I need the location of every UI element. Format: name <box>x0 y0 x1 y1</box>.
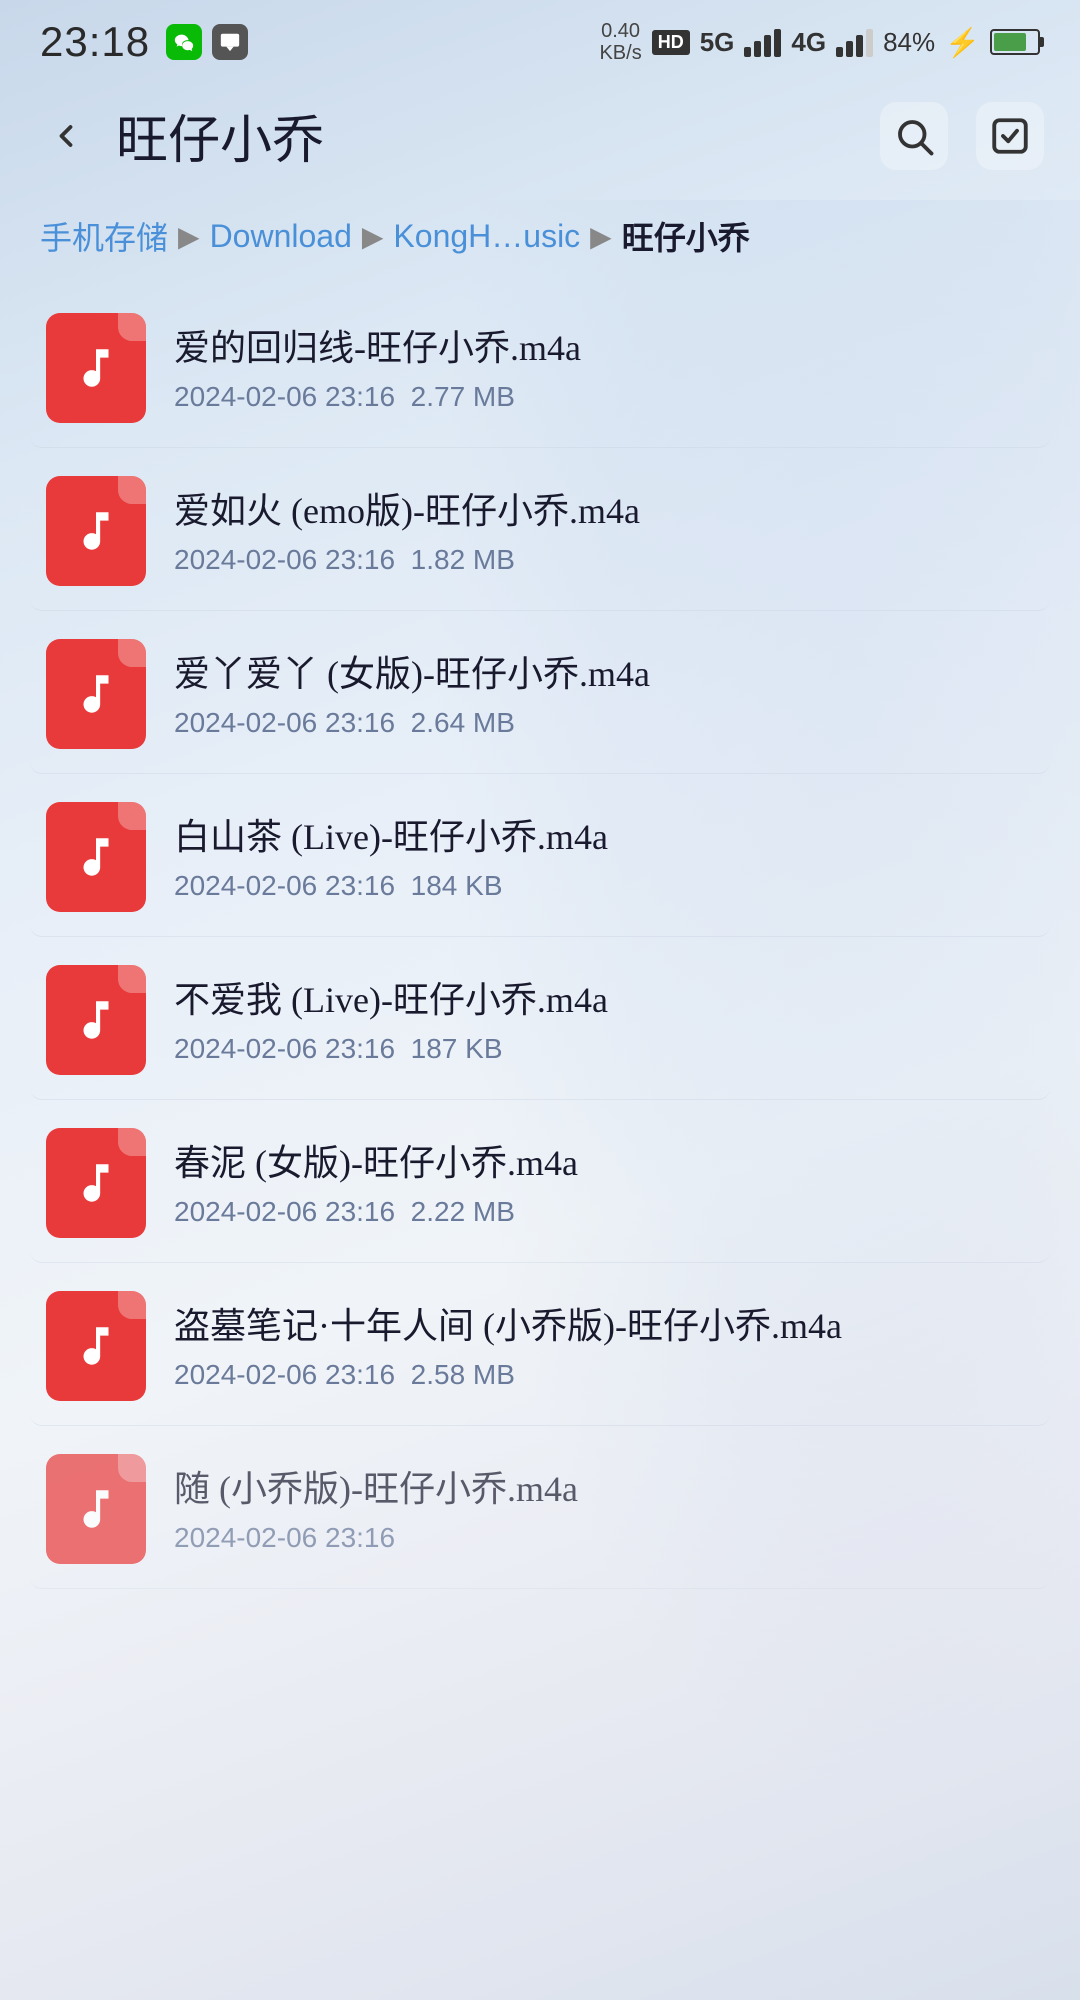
file-name: 爱的回归线-旺仔小乔.m4a <box>174 323 1034 373</box>
file-info: 不爱我 (Live)-旺仔小乔.m4a 2024-02-06 23:16 187… <box>174 975 1034 1065</box>
file-info: 盗墓笔记·十年人间 (小乔版)-旺仔小乔.m4a 2024-02-06 23:1… <box>174 1301 1034 1391</box>
file-info: 爱丫爱丫 (女版)-旺仔小乔.m4a 2024-02-06 23:16 2.64… <box>174 649 1034 739</box>
battery-percent: 84% <box>883 27 935 58</box>
file-list: 爱的回归线-旺仔小乔.m4a 2024-02-06 23:16 2.77 MB … <box>0 289 1080 1589</box>
breadcrumb-download[interactable]: Download <box>210 218 352 255</box>
file-item[interactable]: 爱如火 (emo版)-旺仔小乔.m4a 2024-02-06 23:16 1.8… <box>30 452 1050 611</box>
breadcrumb-kongh[interactable]: KongH…usic <box>393 218 580 255</box>
breadcrumb: 手机存储 ▶ Download ▶ KongH…usic ▶ 旺仔小乔 <box>0 193 1080 289</box>
file-item[interactable]: 白山茶 (Live)-旺仔小乔.m4a 2024-02-06 23:16 184… <box>30 778 1050 937</box>
file-icon <box>46 1454 146 1564</box>
hd-badge: HD <box>652 30 690 55</box>
status-time-section: 23:18 <box>40 18 248 66</box>
file-meta: 2024-02-06 23:16 184 KB <box>174 870 1034 902</box>
search-button[interactable] <box>880 102 948 170</box>
5g-indicator: 5G <box>700 27 735 58</box>
breadcrumb-arrow-1: ▶ <box>178 220 200 253</box>
file-icon <box>46 639 146 749</box>
file-meta: 2024-02-06 23:16 187 KB <box>174 1033 1034 1065</box>
breadcrumb-arrow-2: ▶ <box>362 220 384 253</box>
file-name: 随 (小乔版)-旺仔小乔.m4a <box>174 1464 1034 1514</box>
file-name: 白山茶 (Live)-旺仔小乔.m4a <box>174 812 1034 862</box>
charging-icon: ⚡ <box>945 26 980 59</box>
file-meta: 2024-02-06 23:16 1.82 MB <box>174 544 1034 576</box>
file-icon <box>46 802 146 912</box>
file-icon <box>46 476 146 586</box>
back-button[interactable] <box>36 106 96 166</box>
file-info: 爱如火 (emo版)-旺仔小乔.m4a 2024-02-06 23:16 1.8… <box>174 486 1034 576</box>
page-title: 旺仔小乔 <box>116 98 860 173</box>
file-item[interactable]: 春泥 (女版)-旺仔小乔.m4a 2024-02-06 23:16 2.22 M… <box>30 1104 1050 1263</box>
file-info: 春泥 (女版)-旺仔小乔.m4a 2024-02-06 23:16 2.22 M… <box>174 1138 1034 1228</box>
breadcrumb-home[interactable]: 手机存储 <box>40 213 168 259</box>
nav-actions <box>880 102 1044 170</box>
battery-icon <box>990 29 1040 55</box>
status-time: 23:18 <box>40 18 150 66</box>
file-meta: 2024-02-06 23:16 2.58 MB <box>174 1359 1034 1391</box>
file-meta: 2024-02-06 23:16 2.77 MB <box>174 381 1034 413</box>
file-item[interactable]: 爱的回归线-旺仔小乔.m4a 2024-02-06 23:16 2.77 MB <box>30 289 1050 448</box>
file-item[interactable]: 盗墓笔记·十年人间 (小乔版)-旺仔小乔.m4a 2024-02-06 23:1… <box>30 1267 1050 1426</box>
file-name: 爱丫爱丫 (女版)-旺仔小乔.m4a <box>174 649 1034 699</box>
file-item[interactable]: 爱丫爱丫 (女版)-旺仔小乔.m4a 2024-02-06 23:16 2.64… <box>30 615 1050 774</box>
select-button[interactable] <box>976 102 1044 170</box>
message-icon <box>212 24 248 60</box>
wechat-icon <box>166 24 202 60</box>
file-name: 爱如火 (emo版)-旺仔小乔.m4a <box>174 486 1034 536</box>
file-meta: 2024-02-06 23:16 2.64 MB <box>174 707 1034 739</box>
status-icons-right: 0.40 KB/s HD 5G 4G 84% ⚡ <box>599 20 1040 64</box>
4g-indicator: 4G <box>791 27 826 58</box>
signal-bars <box>744 27 781 57</box>
breadcrumb-current: 旺仔小乔 <box>622 213 750 259</box>
breadcrumb-arrow-3: ▶ <box>590 220 612 253</box>
file-meta: 2024-02-06 23:16 <box>174 1522 1034 1554</box>
file-name: 不爱我 (Live)-旺仔小乔.m4a <box>174 975 1034 1025</box>
file-item[interactable]: 不爱我 (Live)-旺仔小乔.m4a 2024-02-06 23:16 187… <box>30 941 1050 1100</box>
file-item[interactable]: 随 (小乔版)-旺仔小乔.m4a 2024-02-06 23:16 <box>30 1430 1050 1589</box>
status-app-icons <box>166 24 248 60</box>
network-speed: 0.40 KB/s <box>599 20 641 64</box>
file-icon <box>46 1291 146 1401</box>
file-name: 春泥 (女版)-旺仔小乔.m4a <box>174 1138 1034 1188</box>
signal-bars-4g <box>836 27 873 57</box>
file-info: 爱的回归线-旺仔小乔.m4a 2024-02-06 23:16 2.77 MB <box>174 323 1034 413</box>
file-icon <box>46 1128 146 1238</box>
file-name: 盗墓笔记·十年人间 (小乔版)-旺仔小乔.m4a <box>174 1301 1034 1351</box>
file-meta: 2024-02-06 23:16 2.22 MB <box>174 1196 1034 1228</box>
file-info: 白山茶 (Live)-旺仔小乔.m4a 2024-02-06 23:16 184… <box>174 812 1034 902</box>
file-info: 随 (小乔版)-旺仔小乔.m4a 2024-02-06 23:16 <box>174 1464 1034 1554</box>
top-navigation: 旺仔小乔 <box>0 78 1080 193</box>
file-icon <box>46 965 146 1075</box>
status-bar: 23:18 <box>0 0 1080 78</box>
file-icon <box>46 313 146 423</box>
